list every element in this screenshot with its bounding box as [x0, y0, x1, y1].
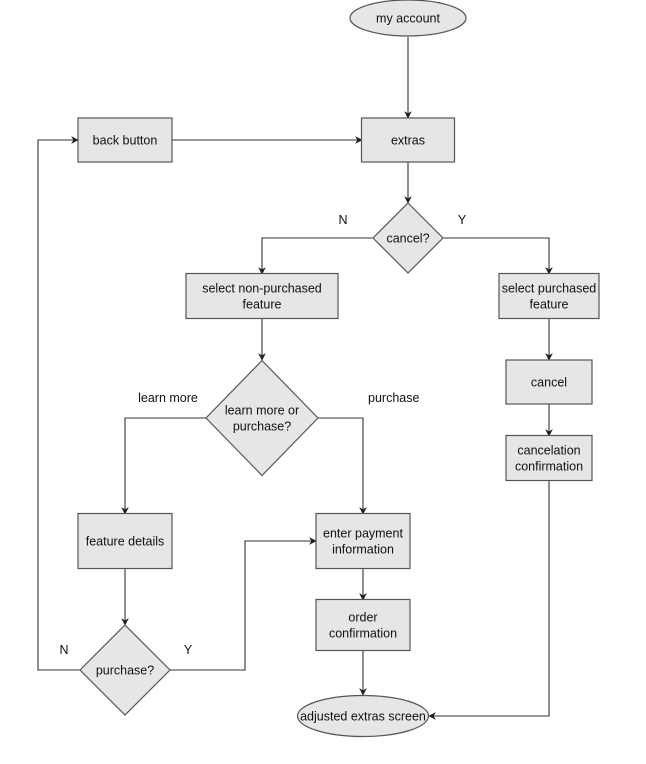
process-box [498, 272, 600, 320]
node-label: feature details [86, 535, 165, 549]
node-label: back button [93, 134, 158, 148]
flowchart: my account back button extras cancel? select… [37, 0, 600, 738]
node-cancel-decision: cancel? [372, 202, 444, 274]
edge-cancel-decision-to-select-non-purchased [258, 237, 373, 275]
edge-learn-or-purchase-to-enter-payment [318, 417, 367, 515]
node-label: confirmation [329, 627, 397, 641]
node-label: learn more or [225, 404, 299, 418]
node-select-non-purchased: select non-purchased feature [185, 272, 339, 320]
edge-label: Y [184, 643, 193, 657]
node-extras: extras [360, 117, 456, 163]
edge-label: Y [458, 213, 467, 227]
edge-label: learn more [138, 391, 198, 405]
edge-label: purchase [368, 391, 419, 405]
node-select-purchased: select purchased feature [498, 272, 600, 320]
edge-cancel-decision-to-select-purchased [443, 237, 553, 275]
node-label: cancelation [517, 444, 580, 458]
node-back-button: back button [77, 117, 173, 163]
node-label: confirmation [515, 460, 583, 474]
edge-cancelation-confirmation-to-adjusted-extras [428, 481, 550, 720]
node-label: order [348, 611, 377, 625]
node-label: my account [376, 12, 440, 26]
edge-label: N [59, 643, 68, 657]
node-purchase-decision: purchase? [79, 624, 171, 716]
process-box [315, 512, 411, 570]
edge-learn-or-purchase-to-feature-details [121, 417, 206, 515]
node-cancelation-confirmation: cancelation confirmation [505, 434, 593, 482]
node-adjusted-extras: adjusted extras screen [296, 694, 430, 738]
node-label: select purchased [502, 282, 597, 296]
node-label: purchase? [233, 420, 291, 434]
node-label: extras [391, 134, 425, 148]
node-enter-payment: enter payment information [315, 512, 411, 570]
process-box [315, 598, 411, 652]
node-feature-details: feature details [77, 512, 173, 570]
decision-diamond [205, 359, 319, 477]
node-label: select non-purchased [202, 282, 322, 296]
node-label: feature [243, 298, 282, 312]
process-box [185, 272, 339, 320]
node-label: cancel [531, 376, 567, 390]
node-label: cancel? [386, 232, 429, 246]
node-label: adjusted extras screen [300, 710, 426, 724]
node-order-confirmation: order confirmation [315, 598, 411, 652]
node-my-account: my account [349, 0, 467, 37]
node-label: feature [530, 298, 569, 312]
node-label: information [332, 543, 394, 557]
edge-label: N [338, 213, 347, 227]
node-label: enter payment [323, 527, 403, 541]
node-cancel: cancel [505, 359, 593, 405]
edge-purchase-decision-to-back-button [37, 136, 80, 671]
node-label: purchase? [96, 664, 154, 678]
node-learn-or-purchase: learn more or purchase? [205, 359, 319, 477]
process-box [505, 434, 593, 482]
